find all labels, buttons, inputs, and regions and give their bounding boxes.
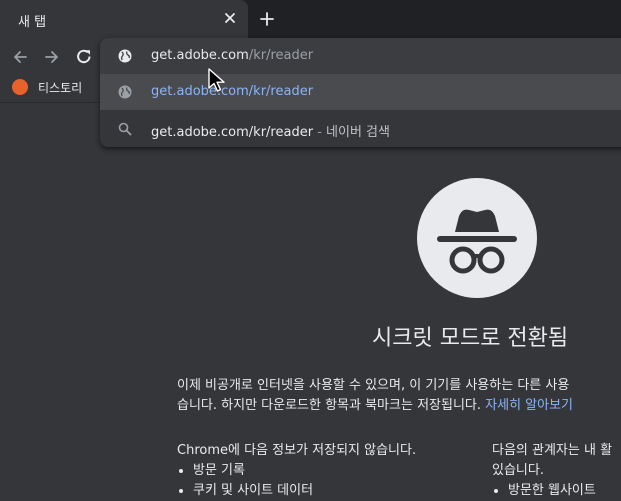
close-icon[interactable] <box>222 10 238 26</box>
incognito-icon <box>417 178 537 298</box>
address-input-row[interactable]: get.adobe.com/kr/reader <box>100 38 621 74</box>
tab-new-tab[interactable]: 새 탭 <box>0 0 248 38</box>
visible-title-line-1: 다음의 관계자는 내 활 <box>492 443 613 458</box>
suggestion-query: get.adobe.com/kr/reader <box>151 125 314 140</box>
mouse-cursor-icon <box>208 68 225 92</box>
list-item: 쿠키 및 사이트 데이터 <box>193 481 416 501</box>
learn-more-link[interactable]: 자세히 알아보기 <box>485 398 573 413</box>
globe-icon <box>118 49 132 63</box>
suggestion-row[interactable]: get.adobe.com/kr/reader <box>100 74 621 110</box>
intro-paragraph: 이제 비공개로 인터넷을 사용할 수 있으며, 이 기기를 사용하는 다른 사용… <box>177 376 621 416</box>
tab-title: 새 탭 <box>18 15 47 30</box>
forward-arrow-icon[interactable] <box>42 47 62 67</box>
page-title: 시크릿 모드로 전환됨 <box>372 326 569 351</box>
address-host: get.adobe.com <box>151 48 249 63</box>
incognito-page <box>0 103 621 496</box>
suggestion-description: 네이버 검색 <box>326 125 390 140</box>
visible-to-section: 다음의 관계자는 내 활 있습니다. 방문한 웹사이트 <box>492 441 612 501</box>
suggestion-url: get.adobe.com/kr/reader <box>151 84 314 99</box>
reload-icon[interactable] <box>74 47 94 67</box>
suggestion-row[interactable]: get.adobe.com/kr/reader - 네이버 검색 <box>100 111 621 147</box>
omnibox-dropdown: get.adobe.com/kr/reader get.adobe.com/kr… <box>100 38 621 147</box>
not-saved-section: Chrome에 다음 정보가 저장되지 않습니다. 방문 기록 쿠키 및 사이트… <box>177 441 416 501</box>
visible-list: 방문한 웹사이트 <box>492 481 612 501</box>
visible-title-line-2: 있습니다. <box>492 463 544 478</box>
suggestion-search: get.adobe.com/kr/reader - 네이버 검색 <box>151 121 390 140</box>
bookmark-label: 티스토리 <box>38 81 83 95</box>
not-saved-title: Chrome에 다음 정보가 저장되지 않습니다. <box>177 443 417 458</box>
address-path: /kr/reader <box>248 48 314 63</box>
intro-line-2: 습니다. 하지만 다운로드한 항목과 북마크는 저장됩니다. 자세히 알아보기 <box>177 396 621 416</box>
intro-line-2-text: 습니다. 하지만 다운로드한 항목과 북마크는 저장됩니다. <box>177 398 482 413</box>
not-saved-list: 방문 기록 쿠키 및 사이트 데이터 <box>177 461 416 501</box>
intro-line-1: 이제 비공개로 인터넷을 사용할 수 있으며, 이 기기를 사용하는 다른 사용 <box>177 378 570 393</box>
list-item: 방문 기록 <box>193 461 416 481</box>
new-tab-plus-icon[interactable] <box>258 10 276 28</box>
search-icon <box>118 122 132 136</box>
back-arrow-icon[interactable] <box>10 47 30 67</box>
suggestion-separator: - <box>313 125 327 140</box>
address-input[interactable]: get.adobe.com/kr/reader <box>151 48 313 63</box>
globe-icon <box>118 85 132 99</box>
list-item: 방문한 웹사이트 <box>508 481 612 501</box>
tistory-favicon-icon <box>12 79 28 95</box>
